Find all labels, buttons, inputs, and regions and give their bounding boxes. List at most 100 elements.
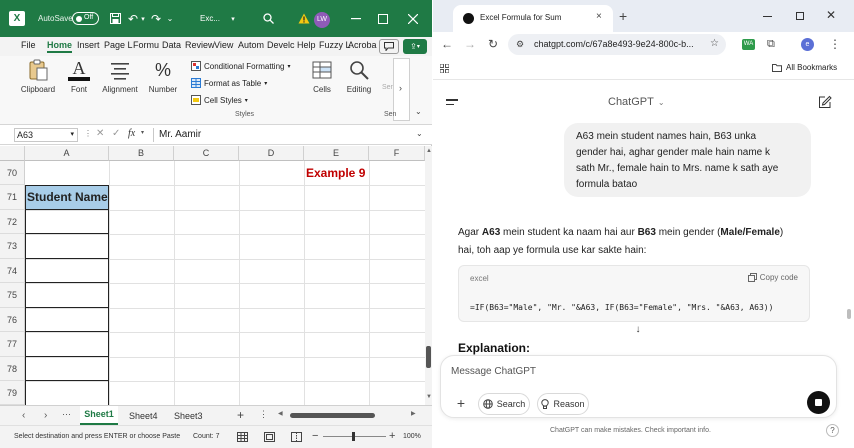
cancel-entry-icon[interactable]: ✕ xyxy=(96,128,104,139)
zoom-in-icon[interactable]: + xyxy=(389,430,395,442)
cell-styles-button[interactable]: Cell Styles ▾ xyxy=(191,95,248,105)
horizontal-scroll-thumb[interactable] xyxy=(290,413,375,418)
more-sheets-icon[interactable]: ⋯ xyxy=(62,409,71,420)
message-input[interactable]: Message ChatGPT xyxy=(451,366,536,377)
profile-avatar[interactable]: e xyxy=(801,38,814,51)
apps-grid-icon[interactable] xyxy=(440,64,449,73)
new-chat-icon[interactable] xyxy=(818,95,832,109)
tab-acrobat[interactable]: Acroba xyxy=(348,40,377,50)
row-header-70[interactable]: 70 xyxy=(0,161,25,185)
formula-bar-more-icon[interactable]: ⋮ xyxy=(84,129,92,138)
url-bar[interactable]: ⚙ chatgpt.com/c/67a8e493-9e24-800c-b... … xyxy=(508,34,726,55)
sheet-options-icon[interactable]: ⋮ xyxy=(259,409,268,420)
help-button[interactable]: ? xyxy=(826,424,839,437)
maximize-icon[interactable] xyxy=(796,12,804,20)
tab-file[interactable]: File xyxy=(21,40,36,50)
search-button[interactable]: Search xyxy=(478,393,530,415)
scroll-up-icon[interactable]: ▲ xyxy=(426,148,432,154)
page-scrollbar-thumb[interactable] xyxy=(847,309,851,319)
tab-developer[interactable]: Develc xyxy=(267,40,295,50)
tab-fuzzy-lookup[interactable]: Fuzzy L xyxy=(319,40,351,50)
page-layout-view-icon[interactable] xyxy=(264,432,275,442)
scroll-to-bottom-button[interactable]: ↓ xyxy=(630,322,646,338)
scroll-thumb[interactable] xyxy=(426,346,431,368)
column-header-c[interactable]: C xyxy=(174,146,239,161)
number-group[interactable]: % Number xyxy=(146,59,180,94)
row-header-73[interactable]: 73 xyxy=(0,234,25,259)
sheet-tab-sheet3[interactable]: Sheet3 xyxy=(174,411,203,421)
font-group[interactable]: A Font xyxy=(64,59,94,94)
save-icon[interactable] xyxy=(107,10,123,27)
tab-formulas[interactable]: Formu xyxy=(133,40,159,50)
back-icon[interactable]: ← xyxy=(441,38,453,50)
sheet-tab-sheet4[interactable]: Sheet4 xyxy=(129,411,158,421)
row-header-77[interactable]: 77 xyxy=(0,332,25,357)
alignment-group[interactable]: Alignment xyxy=(100,59,140,94)
send-stop-button[interactable] xyxy=(807,391,830,414)
row-header-71[interactable]: 71 xyxy=(0,185,25,210)
qat-more-icon[interactable]: ⌄ xyxy=(165,10,175,27)
model-selector[interactable]: ChatGPT ⌄ xyxy=(608,96,665,108)
tab-page-layout[interactable]: Page L xyxy=(104,40,133,50)
tab-home[interactable]: Home xyxy=(47,40,73,53)
normal-view-icon[interactable] xyxy=(237,432,248,442)
autosave-toggle[interactable]: Off xyxy=(72,12,99,25)
scroll-down-icon[interactable]: ▼ xyxy=(426,394,432,400)
select-all-corner[interactable] xyxy=(0,146,25,161)
search-icon[interactable] xyxy=(260,10,276,27)
prev-sheet-icon[interactable]: ‹ xyxy=(22,410,25,421)
copy-code-button[interactable]: Copy code xyxy=(747,273,798,282)
tab-data[interactable]: Data xyxy=(162,40,181,50)
sheet-tab-sheet1[interactable]: Sheet1 xyxy=(80,406,118,425)
attach-button[interactable]: + xyxy=(450,393,472,415)
reason-button[interactable]: Reason xyxy=(537,393,589,415)
zoom-out-icon[interactable]: − xyxy=(312,430,318,442)
column-header-e[interactable]: E xyxy=(304,146,369,161)
name-box[interactable]: A63 ▾ xyxy=(14,128,78,142)
insert-function-dropdown-icon[interactable]: ▾ xyxy=(141,129,144,136)
close-window-icon[interactable]: ✕ xyxy=(826,8,836,22)
tab-review[interactable]: Review xyxy=(185,40,215,50)
editing-group[interactable]: Editing xyxy=(342,59,376,94)
minimize-icon[interactable] xyxy=(763,16,772,17)
extension-badge-icon[interactable]: WA xyxy=(742,39,755,50)
column-header-b[interactable]: B xyxy=(109,146,174,161)
chrome-menu-icon[interactable]: ⋮ xyxy=(829,38,841,50)
zoom-slider[interactable] xyxy=(323,432,386,441)
row-header-78[interactable]: 78 xyxy=(0,357,25,381)
warning-icon[interactable] xyxy=(296,10,312,27)
close-icon[interactable] xyxy=(404,10,422,27)
scroll-right-icon[interactable]: ▶ xyxy=(411,410,416,417)
tab-view[interactable]: View xyxy=(214,40,233,50)
redo-icon[interactable]: ↷ xyxy=(149,10,163,27)
row-header-76[interactable]: 76 xyxy=(0,308,25,332)
undo-icon[interactable]: ↶ xyxy=(126,10,140,27)
header-cell-a71[interactable]: Student Name xyxy=(25,185,109,210)
confirm-entry-icon[interactable]: ✓ xyxy=(112,128,120,139)
zoom-slider-thumb[interactable] xyxy=(352,432,355,441)
forward-icon[interactable]: → xyxy=(464,38,476,50)
horizontal-scrollbar[interactable]: ◀ ▶ xyxy=(278,411,420,420)
new-tab-icon[interactable]: + xyxy=(619,8,627,24)
table-column-a[interactable] xyxy=(25,210,109,405)
extensions-puzzle-icon[interactable]: ⧉ xyxy=(767,38,775,50)
row-header-74[interactable]: 74 xyxy=(0,259,25,283)
column-header-f[interactable]: F xyxy=(369,146,425,161)
expand-formula-bar-icon[interactable]: ⌄ xyxy=(416,129,423,138)
tab-insert[interactable]: Insert xyxy=(77,40,100,50)
vertical-scrollbar[interactable]: ▲ ▼ xyxy=(425,146,432,405)
browser-tab[interactable]: Excel Formula for Sum × xyxy=(453,5,613,32)
column-header-a[interactable]: A xyxy=(25,146,109,161)
close-tab-icon[interactable]: × xyxy=(596,11,602,22)
zoom-level[interactable]: 100% xyxy=(403,433,421,440)
avatar[interactable]: LW xyxy=(314,12,330,28)
column-header-d[interactable]: D xyxy=(239,146,304,161)
ribbon-collapse-icon[interactable]: ⌄ xyxy=(415,107,422,116)
share-button[interactable]: ⇪ ▾ xyxy=(403,39,427,54)
add-sheet-icon[interactable]: + xyxy=(237,408,244,422)
example-label[interactable]: Example 9 xyxy=(306,166,365,180)
worksheet-grid[interactable]: A B C D E F 70 71 72 73 74 75 76 77 78 7… xyxy=(0,146,432,405)
reload-icon[interactable]: ↻ xyxy=(488,38,498,50)
file-name-dropdown-icon[interactable]: ▾ xyxy=(228,10,238,27)
tab-automate[interactable]: Autom xyxy=(238,40,264,50)
